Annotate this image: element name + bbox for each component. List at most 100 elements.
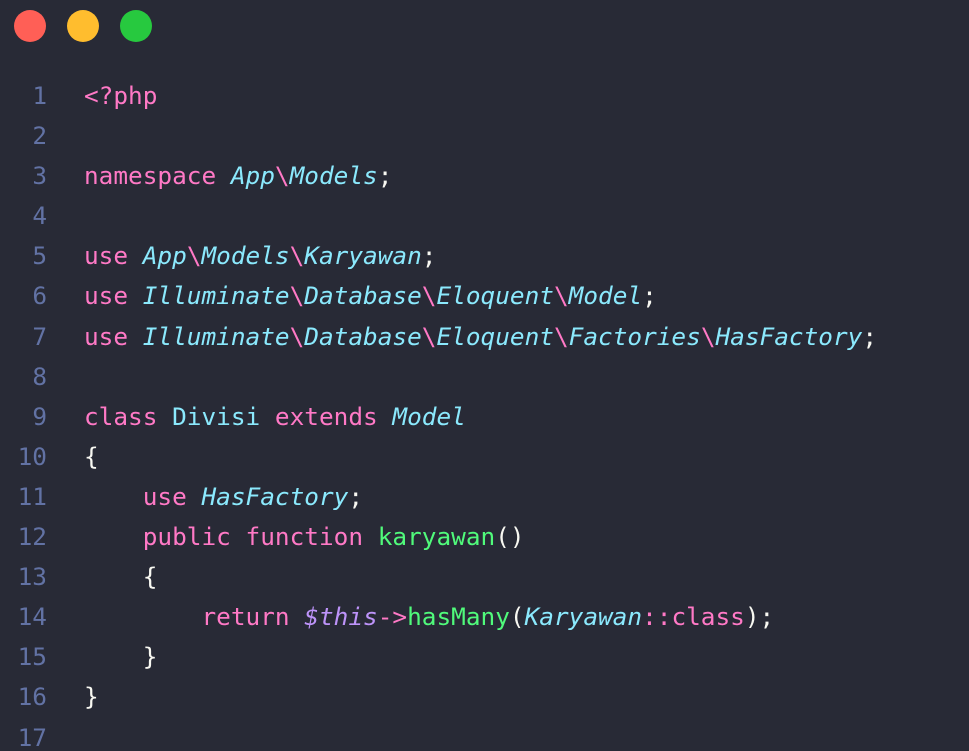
line-number: 8 xyxy=(32,361,47,391)
code-token: Model xyxy=(568,281,643,311)
line-number: 9 xyxy=(32,401,47,431)
code-text: } xyxy=(84,677,99,717)
code-line: 7 use Illuminate\Database\Eloquent\Factor… xyxy=(0,317,969,357)
close-button[interactable] xyxy=(14,10,46,42)
code-text: public function karyawan() xyxy=(84,517,525,557)
code-token: class xyxy=(84,401,173,431)
code-line: 15 } xyxy=(0,637,969,677)
code-token: App xyxy=(230,161,275,191)
code-line: 11 use HasFactory; xyxy=(0,477,969,517)
code-line: 13 { xyxy=(0,557,969,597)
code-token: () xyxy=(495,522,525,552)
code-token: Illuminate xyxy=(142,281,290,311)
code-token: } xyxy=(142,642,158,672)
line-number: 1 xyxy=(32,81,47,110)
code-token: function xyxy=(245,522,378,552)
code-token: ; xyxy=(348,481,364,511)
code-line: 14 return $this->hasMany(Karyawan::class… xyxy=(0,597,969,637)
code-line: 2 xyxy=(0,116,969,156)
line-number: 4 xyxy=(32,201,47,231)
code-token: ; xyxy=(421,241,437,271)
line-number: 6 xyxy=(32,281,47,311)
line-number: 14 xyxy=(17,602,47,632)
code-text: use App\Models\Karyawan; xyxy=(84,236,436,276)
code-token: \ xyxy=(421,321,437,351)
code-token: Eloquent xyxy=(436,321,554,351)
code-text: use Illuminate\Database\Eloquent\Factori… xyxy=(84,317,877,357)
code-line: 8 xyxy=(0,357,969,397)
line-number: 2 xyxy=(32,121,47,151)
code-token: use xyxy=(84,281,143,311)
code-line: 3 namespace App\Models; xyxy=(0,156,969,196)
code-token: App xyxy=(142,241,187,271)
code-token: karyawan xyxy=(377,522,496,552)
code-token: ; xyxy=(862,321,878,351)
code-token: { xyxy=(142,562,158,592)
code-token: namespace xyxy=(84,161,231,191)
code-window: 1 <?php 2 3 namespace App\Models; 4 5 use App\M… xyxy=(0,0,969,751)
code-token: \ xyxy=(553,321,569,351)
code-token: \ xyxy=(289,281,305,311)
code-text: use Illuminate\Database\Eloquent\Model; xyxy=(84,276,657,316)
code-token: \ xyxy=(289,241,305,271)
minimize-button[interactable] xyxy=(67,10,99,42)
code-text: <?php xyxy=(84,76,157,116)
code-token: <?php xyxy=(84,81,158,110)
line-number: 11 xyxy=(17,481,47,511)
line-number: 12 xyxy=(17,522,47,552)
code-line: 10 { xyxy=(0,437,969,477)
code-token: $this xyxy=(304,602,378,632)
code-token: ); xyxy=(744,602,775,632)
line-number: 3 xyxy=(32,161,47,191)
line-number: 15 xyxy=(17,642,47,672)
code-token: ; xyxy=(642,281,657,311)
code-token: Database xyxy=(304,281,422,311)
code-token: Model xyxy=(392,401,466,431)
code-token: \ xyxy=(700,321,716,351)
code-token: \ xyxy=(553,281,569,311)
code-editor[interactable]: 1 <?php 2 3 namespace App\Models; 4 5 use App\M… xyxy=(0,76,969,751)
code-text: { xyxy=(84,437,99,477)
code-token: return xyxy=(201,602,305,632)
code-token: HasFactory xyxy=(201,481,349,511)
code-token: use xyxy=(84,321,143,351)
code-line: 6 use Illuminate\Database\Eloquent\Model; xyxy=(0,276,969,316)
code-text: use HasFactory; xyxy=(84,477,363,517)
code-token: HasFactory xyxy=(715,321,863,351)
code-token: } xyxy=(84,682,99,712)
line-number: 10 xyxy=(17,441,47,471)
code-token: extends xyxy=(274,401,393,431)
code-token: public xyxy=(142,522,246,552)
line-number: 7 xyxy=(32,321,47,351)
code-line: 5 use App\Models\Karyawan; xyxy=(0,236,969,276)
code-token: ( xyxy=(509,602,525,632)
code-line: 16} xyxy=(0,677,969,717)
code-token: -> xyxy=(377,602,408,632)
code-text: namespace App\Models; xyxy=(84,156,392,196)
code-token: \ xyxy=(186,241,202,271)
code-line: 9 class Divisi extends Model xyxy=(0,397,969,437)
maximize-button[interactable] xyxy=(120,10,152,42)
code-text: { xyxy=(84,557,158,597)
code-token: Models xyxy=(201,241,290,271)
code-token: Factories xyxy=(568,321,701,351)
code-token: \ xyxy=(274,161,290,191)
code-token: use xyxy=(84,241,143,271)
code-line: 1 <?php xyxy=(0,76,969,116)
code-text: class Divisi extends Model xyxy=(84,397,466,437)
code-text: } xyxy=(84,637,158,677)
code-token: class xyxy=(671,602,745,632)
code-text: return $this->hasMany(Karyawan::class); xyxy=(84,597,774,637)
code-token: :: xyxy=(642,602,672,632)
code-token: \ xyxy=(289,321,305,351)
code-token: Database xyxy=(304,321,422,351)
code-token: Eloquent xyxy=(436,281,554,311)
code-token: Illuminate xyxy=(142,321,290,351)
code-line: 4 xyxy=(0,196,969,236)
code-token: { xyxy=(84,441,99,471)
